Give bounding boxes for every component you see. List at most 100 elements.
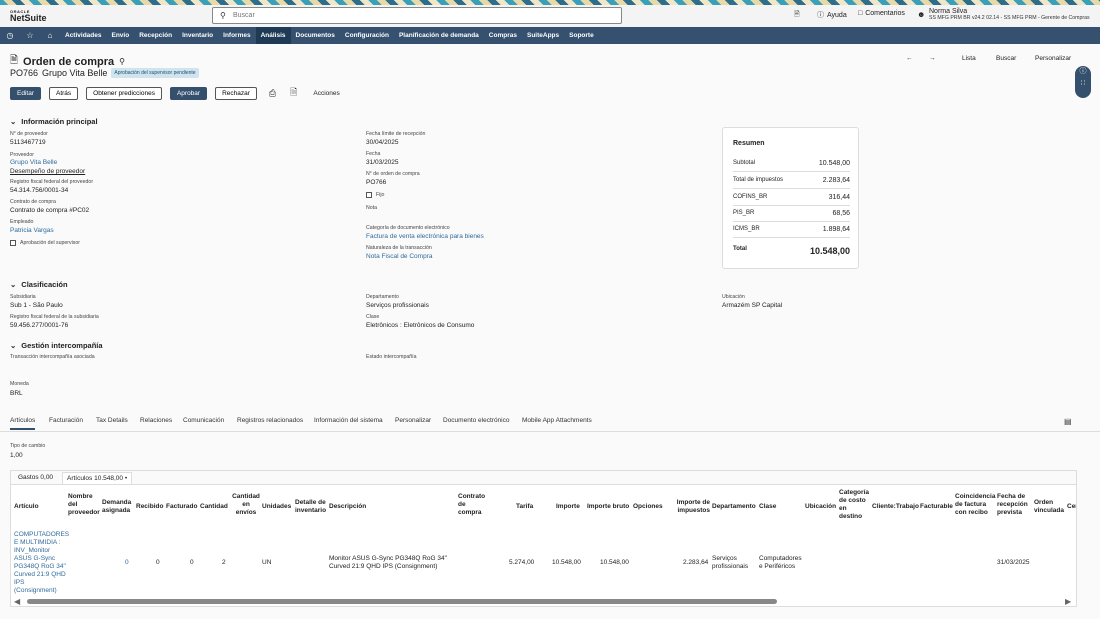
list-link[interactable]: Lista <box>962 55 976 62</box>
section-intercompany[interactable]: ⌄ Gestión intercompañía <box>10 341 103 350</box>
col-fecha-recepcion[interactable]: Fecha de recepción prevista <box>997 493 1028 517</box>
tab-comunicacion[interactable]: Comunicación <box>183 417 224 424</box>
recent-history-icon[interactable]: ◷ <box>0 31 20 40</box>
nav-item-compras[interactable]: Compras <box>484 27 522 44</box>
row-item-link[interactable]: COMPUTADORES E MULTIMIDIA : INV_Monitor … <box>14 531 69 595</box>
col-categoria-costo[interactable]: Categoría de costo en destino <box>839 489 869 521</box>
tab-facturacion[interactable]: Facturación <box>49 417 83 424</box>
action-buttons: Editar Atrás Obtener predicciones Aproba… <box>10 85 340 101</box>
row-class: Computadores e Periféricos <box>759 555 802 570</box>
col-departamento[interactable]: Departamento <box>712 503 756 511</box>
col-detalle-inventario[interactable]: Detalle de inventario <box>295 499 329 515</box>
scroll-left-arrow-icon[interactable]: ◀ <box>14 597 20 606</box>
print-icon[interactable]: ⎙ <box>269 88 276 99</box>
section-main-info[interactable]: ⌄ Información principal <box>10 117 98 126</box>
back-button[interactable]: Atrás <box>48 86 79 100</box>
col-cantidad[interactable]: Cantidad <box>200 503 228 511</box>
vendor-link[interactable]: Grupo Vita Belle <box>10 159 57 166</box>
tab-mobile-app-attachments[interactable]: Mobile App Attachments <box>522 417 592 424</box>
scrollbar-thumb[interactable] <box>27 599 777 604</box>
nav-item-informes[interactable]: Informes <box>218 27 255 44</box>
search-link[interactable]: Buscar <box>996 55 1016 62</box>
tab-relaciones[interactable]: Relaciones <box>140 417 172 424</box>
col-tarifa[interactable]: Tarifa <box>516 503 533 511</box>
global-search[interactable]: ⚲ <box>212 7 622 24</box>
tab-registros-relacionados[interactable]: Registros relacionados <box>237 417 303 424</box>
col-cliente-trabajo[interactable]: Cliente:Trabajo <box>872 503 919 511</box>
search-input[interactable] <box>233 10 613 21</box>
nav-item-actividades[interactable]: Actividades <box>60 27 107 44</box>
col-contrato-compra[interactable]: Contrato de compra <box>458 493 490 517</box>
horizontal-scrollbar[interactable]: ◀ ▶ <box>11 597 1076 606</box>
favorites-star-icon[interactable]: ☆ <box>20 31 40 40</box>
next-record-arrow-icon[interactable]: → <box>929 55 936 62</box>
col-ubicacion[interactable]: Ubicación <box>805 503 836 511</box>
subsidiary-tax-value: 59.456.277/0001-76 <box>10 322 69 329</box>
summary-cofins-value: 316,44 <box>828 194 850 201</box>
nav-item-configuracion[interactable]: Configuración <box>340 27 394 44</box>
col-descripcion[interactable]: Descripción <box>329 503 366 511</box>
col-facturable[interactable]: Facturable <box>920 503 953 511</box>
reject-button[interactable]: Rechazar <box>215 86 257 100</box>
col-unidades[interactable]: Unidades <box>262 503 291 511</box>
col-facturado[interactable]: Facturado <box>166 503 197 511</box>
side-help-widget[interactable]: ⓘ ∷ <box>1075 66 1091 98</box>
netsuite-logo[interactable]: ORACLE NetSuite <box>10 9 47 23</box>
search-record-icon[interactable]: ⚲ <box>119 57 125 66</box>
edoc-category-link[interactable]: Factura de venta electrónica para bienes <box>366 233 484 240</box>
nav-item-documentos[interactable]: Documentos <box>291 27 340 44</box>
scroll-right-arrow-icon[interactable]: ▶ <box>1065 597 1071 606</box>
col-recibido[interactable]: Recibido <box>136 503 163 511</box>
col-demanda-asignada[interactable]: Demanda asignada <box>102 499 132 515</box>
vendor-performance-link[interactable]: Desempeño de proveedor <box>10 168 85 175</box>
tab-personalizar[interactable]: Personalizar <box>395 417 431 424</box>
page-title: Orden de compra <box>23 55 115 68</box>
home-icon[interactable]: ⌂ <box>40 31 60 40</box>
nav-item-soporte[interactable]: Soporte <box>564 27 599 44</box>
customize-link[interactable]: Personalizar <box>1035 55 1071 62</box>
col-opciones[interactable]: Opciones <box>633 503 663 511</box>
nav-item-recepcion[interactable]: Recepción <box>134 27 177 44</box>
col-importe-impuestos[interactable]: Importe de impuestos <box>674 499 710 515</box>
section-classification[interactable]: ⌄ Clasificación <box>10 280 68 289</box>
nav-item-analisis[interactable]: Análisis <box>255 27 291 44</box>
logo-netsuite-text: NetSuite <box>10 13 47 23</box>
subtab-articulos[interactable]: Artículos 10.548,00 • <box>62 472 133 484</box>
supervisor-approval-checkbox[interactable] <box>10 240 16 246</box>
fixed-checkbox[interactable] <box>366 192 372 198</box>
user-menu[interactable]: ☻ Norma Silva SS MFG PRM BR v24.2 02.14 … <box>917 8 1090 21</box>
recent-records-icon[interactable]: 🗎 <box>794 10 800 21</box>
col-importe[interactable]: Importe <box>556 503 580 511</box>
subsidiary-value: Sub 1 - São Paulo <box>10 302 63 309</box>
currency-label: Moneda <box>10 381 29 387</box>
edit-button[interactable]: Editar <box>10 86 41 100</box>
col-clase[interactable]: Clase <box>759 503 776 511</box>
nav-item-planificacion[interactable]: Planificación de demanda <box>394 27 484 44</box>
nav-item-suiteapps[interactable]: SuiteApps <box>522 27 564 44</box>
col-nombre-proveedor[interactable]: Nombre del proveedor <box>68 493 100 517</box>
print-list-icon[interactable]: ▤ <box>1064 417 1072 426</box>
subtab-gastos[interactable]: Gastos 0,00 <box>18 474 53 481</box>
comments-link[interactable]: □ Comentarios <box>858 10 905 17</box>
get-predictions-button[interactable]: Obtener predicciones <box>86 86 162 100</box>
transaction-nature-link[interactable]: Nota Fiscal de Compra <box>366 253 432 260</box>
col-articulo[interactable]: Artículo <box>14 503 39 511</box>
col-cantidad-envios[interactable]: Cantidad en envíos <box>232 493 260 517</box>
tab-articulos[interactable]: Artículos <box>10 417 36 430</box>
previous-record-arrow-icon[interactable]: ← <box>906 55 913 62</box>
tab-informacion-sistema[interactable]: Información del sistema <box>314 417 383 424</box>
col-cer[interactable]: Cer <box>1067 503 1076 511</box>
actions-menu[interactable]: Acciones <box>313 90 339 97</box>
document-export-icon[interactable]: 🗎 <box>290 85 297 101</box>
col-importe-bruto[interactable]: Importe bruto <box>587 503 629 511</box>
help-link[interactable]: ⓘ Ayuda <box>817 10 847 20</box>
tab-tax-details[interactable]: Tax Details <box>96 417 128 424</box>
employee-link[interactable]: Patricia Vargas <box>10 227 54 234</box>
approve-button[interactable]: Aprobar <box>169 86 208 100</box>
col-coincidencia-factura[interactable]: Coincidencia de factura con recibo <box>955 493 995 517</box>
nav-item-inventario[interactable]: Inventario <box>177 27 218 44</box>
col-orden-vinculada[interactable]: Orden vinculada <box>1034 499 1064 515</box>
tab-documento-electronico[interactable]: Documento electrónico <box>443 417 509 424</box>
row-rate: 5.274,00 <box>509 559 535 566</box>
nav-item-envio[interactable]: Envío <box>107 27 135 44</box>
